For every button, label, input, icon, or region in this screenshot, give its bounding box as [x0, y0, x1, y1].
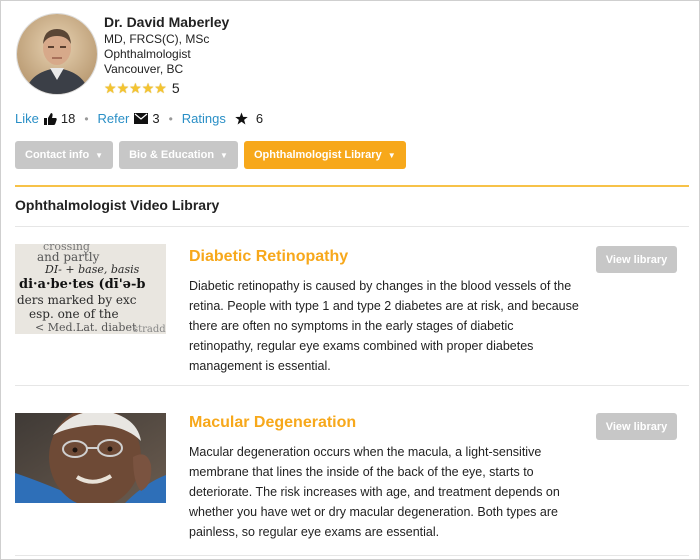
star-rating: ★ ★ ★ ★ ★	[104, 81, 167, 95]
doctor-credentials: MD, FRCS(C), MSc	[104, 32, 210, 46]
view-library-button[interactable]: View library	[596, 246, 677, 273]
video-description: Macular degeneration occurs when the mac…	[189, 445, 560, 539]
section-title: Ophthalmologist Video Library	[15, 197, 220, 213]
video-title[interactable]: Diabetic Retinopathy	[189, 248, 348, 266]
caret-down-icon: ▼	[95, 150, 104, 160]
thumb-text-line: < Med.Lat. diabet	[35, 321, 137, 334]
thumb-text-line: esp. one of the	[29, 307, 119, 321]
video-title[interactable]: Macular Degeneration	[189, 414, 356, 432]
doctor-avatar	[16, 13, 98, 95]
tab-label: Bio & Education	[129, 149, 215, 161]
doctor-location: Vancouver, BC	[104, 62, 184, 76]
thumb-text-line: di·a·be·tes (dī'ə-b	[19, 277, 146, 292]
section-divider	[15, 185, 689, 187]
tab-bio-education[interactable]: Bio & Education ▼	[119, 141, 238, 169]
video-description: Diabetic retinopathy is caused by change…	[189, 279, 579, 373]
rating-star-icon: ★	[116, 80, 130, 96]
doctor-specialty: Ophthalmologist	[104, 47, 191, 61]
profile-info: Dr. David Maberley MD, FRCS(C), MSc Opht…	[104, 14, 229, 96]
rating-star-icon: ★	[129, 80, 142, 96]
refer-count: 3	[152, 111, 160, 126]
like-link[interactable]: Like	[15, 111, 39, 126]
rating-star-icon: ★	[154, 80, 167, 96]
thumb-text-line: ders marked by exc	[17, 293, 137, 307]
tab-label: Ophthalmologist Library	[253, 149, 382, 161]
doctor-name: Dr. David Maberley	[104, 14, 230, 30]
envelope-icon	[134, 113, 149, 124]
like-count: 18	[60, 111, 76, 126]
doctor-profile-page: Dr. David Maberley MD, FRCS(C), MSc Opht…	[1, 1, 699, 559]
tab-label: Contact info	[25, 149, 90, 161]
thumb-text-line: DI- + base, basis	[45, 263, 140, 276]
thumb-text-line: straddle	[133, 324, 166, 334]
elderly-man-thumbnail	[15, 413, 166, 503]
view-library-button[interactable]: View library	[596, 413, 677, 440]
ratings-link[interactable]: Ratings	[182, 111, 226, 126]
thumbs-up-icon	[43, 112, 57, 125]
separator-dot: •	[84, 111, 89, 126]
list-divider	[15, 385, 689, 386]
rating-star-icon: ★	[104, 80, 117, 96]
rating-star-icon: ★	[141, 80, 155, 96]
rating-value: 5	[171, 80, 180, 96]
list-divider	[15, 226, 689, 227]
star-icon	[235, 112, 248, 125]
caret-down-icon: ▼	[220, 150, 228, 160]
refer-link[interactable]: Refer	[98, 111, 130, 126]
rating-row: ★ ★ ★ ★ ★ 5	[104, 80, 229, 96]
list-divider	[15, 555, 689, 556]
caret-down-icon: ▼	[387, 150, 396, 160]
tab-contact-info[interactable]: Contact info ▼	[15, 141, 114, 169]
profile-tabs: Contact info ▼ Bio & Education ▼ Ophthal…	[15, 141, 412, 169]
ratings-count: 6	[255, 111, 264, 126]
diabetes-dictionary-thumbnail: crossing and partly DI- + base, basis di…	[15, 244, 166, 334]
tab-ophthalmologist-library[interactable]: Ophthalmologist Library ▼	[243, 141, 406, 169]
separator-dot: •	[168, 111, 173, 126]
thumb-text-line: and partly	[37, 250, 100, 264]
social-actions: Like 18 • Refer 3 • Ratings 6	[15, 111, 263, 126]
